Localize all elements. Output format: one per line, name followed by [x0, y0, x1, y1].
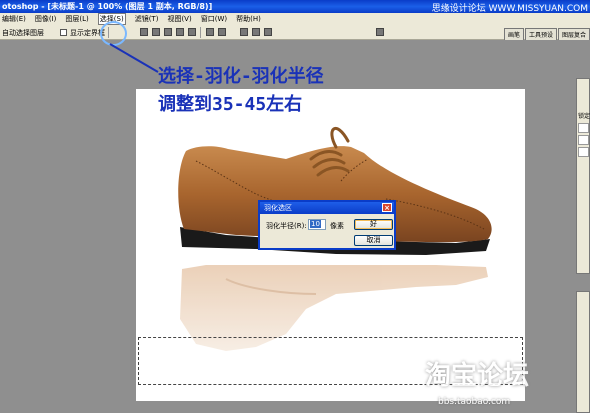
cancel-button[interactable]: 取消 [354, 235, 393, 246]
dialog-title: 羽化选区 [264, 204, 292, 212]
taobao-url: bbs.taobao.com [438, 397, 511, 407]
dialog-body: 羽化半径(R): 10 像素 好 取消 [260, 214, 394, 248]
feather-radius-value: 10 [310, 220, 321, 228]
close-icon[interactable]: × [382, 203, 392, 212]
ok-button[interactable]: 好 [354, 219, 393, 230]
taobao-logo: 淘宝论坛 [425, 355, 529, 392]
annotation-step: 选择-羽化-羽化半径 [158, 66, 324, 87]
feather-radius-input[interactable]: 10 [308, 219, 326, 230]
taobao-logo-text: 淘宝论坛 [425, 361, 530, 391]
annotation-value: 调整到35-45左右 [158, 94, 303, 115]
pixels-unit-label: 像素 [330, 222, 344, 230]
dialog-title-bar[interactable]: 羽化选区 × [260, 202, 394, 214]
feather-selection-dialog: 羽化选区 × 羽化半径(R): 10 像素 好 取消 [258, 200, 396, 250]
feather-radius-label: 羽化半径(R): [266, 222, 307, 230]
